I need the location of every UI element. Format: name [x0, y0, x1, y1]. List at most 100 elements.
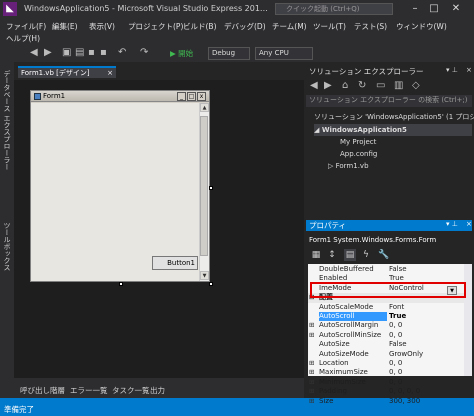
menu-tools[interactable]: ツール(T): [313, 21, 346, 32]
alphabetical-icon[interactable]: ↕: [326, 249, 338, 261]
start-button[interactable]: ▶ 開始: [170, 48, 193, 60]
forward-icon[interactable]: ▶: [324, 80, 332, 92]
menu-debug[interactable]: デバッグ(D): [224, 21, 266, 32]
property-value[interactable]: 0, 0: [389, 378, 459, 387]
tree-project[interactable]: ◢ WindowsApplication5: [314, 124, 472, 136]
form-client-area[interactable]: [31, 103, 199, 281]
property-row[interactable]: ⊞ Location 0, 0: [308, 359, 464, 368]
config-combo[interactable]: Debug: [208, 47, 250, 60]
properties-object-selector[interactable]: Form1 System.Windows.Forms.Form: [306, 234, 472, 246]
collapse-icon[interactable]: ▭: [376, 80, 385, 92]
property-value[interactable]: 0, 0: [389, 368, 459, 377]
tree-item-app-config[interactable]: App.config: [340, 148, 377, 160]
property-value[interactable]: 0, 0: [389, 331, 459, 340]
tab-output[interactable]: 出力: [150, 385, 165, 396]
menu-view[interactable]: 表示(V): [89, 21, 115, 32]
menu-window[interactable]: ウィンドウ(W): [396, 21, 447, 32]
property-row[interactable]: DoubleBuffered False: [308, 265, 464, 274]
tree-solution[interactable]: ソリューション 'WindowsApplication5' (1 プロジ: [314, 111, 474, 123]
property-value[interactable]: GrowOnly: [389, 350, 459, 359]
property-pages-icon[interactable]: 🔧: [378, 249, 390, 261]
back-icon[interactable]: ◀: [310, 80, 318, 92]
scroll-up-icon[interactable]: ▲: [200, 103, 209, 112]
close-icon[interactable]: ×: [466, 66, 472, 74]
resize-handle-bottom[interactable]: [119, 282, 123, 286]
expand-icon[interactable]: ◢: [314, 126, 322, 134]
new-project-icon[interactable]: ▣: [62, 47, 71, 59]
menu-test[interactable]: テスト(S): [354, 21, 387, 32]
tab-call-hierarchy[interactable]: 呼び出し階層: [20, 385, 65, 396]
scroll-down-icon[interactable]: ▼: [200, 271, 209, 280]
scrollbar-thumb[interactable]: [200, 116, 208, 256]
redo-icon[interactable]: ↷: [140, 47, 148, 59]
property-row[interactable]: ⊞ AutoScrollMinSize 0, 0: [308, 331, 464, 340]
property-value[interactable]: True: [389, 312, 459, 321]
open-file-icon[interactable]: ▤: [75, 47, 84, 59]
menu-edit[interactable]: 編集(E): [52, 21, 78, 32]
maximize-button[interactable]: □: [426, 2, 442, 16]
tab-error-list[interactable]: エラー一覧: [70, 385, 108, 396]
resize-handle-right[interactable]: [209, 186, 213, 190]
tree-item-my-project[interactable]: My Project: [340, 136, 376, 148]
properties-icon[interactable]: ▥: [394, 80, 403, 92]
close-icon[interactable]: ×: [107, 68, 113, 78]
property-value[interactable]: False: [389, 265, 459, 274]
property-grid-scrollbar[interactable]: [464, 264, 472, 376]
property-row[interactable]: AutoSizeMode GrowOnly: [308, 350, 464, 359]
back-icon[interactable]: ◀: [30, 47, 38, 59]
categorized-icon[interactable]: ▦: [310, 249, 322, 261]
tab-form1-design[interactable]: Form1.vb [デザイン] ×: [18, 66, 116, 78]
resize-handle-corner[interactable]: [209, 282, 213, 286]
menu-help[interactable]: ヘルプ(H): [6, 33, 40, 44]
property-row[interactable]: ⊞ AutoScrollMargin 0, 0: [308, 321, 464, 330]
refresh-icon[interactable]: ↻: [358, 80, 366, 92]
menu-project[interactable]: プロジェクト(P): [128, 21, 183, 32]
property-value[interactable]: False: [389, 340, 459, 349]
property-name: Size: [319, 396, 334, 405]
expander-icon[interactable]: ⊞: [309, 368, 317, 377]
expander-icon[interactable]: ⊞: [309, 359, 317, 368]
property-value[interactable]: 0, 0: [389, 321, 459, 330]
close-button[interactable]: ✕: [448, 2, 464, 16]
tree-item-form1-vb[interactable]: ▷ Form1.vb: [328, 160, 369, 172]
home-icon[interactable]: ⌂: [342, 80, 348, 92]
property-value[interactable]: 0, 0, 0, 0: [389, 387, 459, 396]
property-value[interactable]: Font: [389, 303, 459, 312]
tab-database-explorer[interactable]: データベース エクスプローラー: [2, 70, 12, 170]
undo-icon[interactable]: ↶: [118, 47, 126, 59]
expander-icon[interactable]: ⊞: [309, 321, 317, 330]
properties-view-icon[interactable]: ▤: [344, 249, 356, 261]
minimize-button[interactable]: –: [407, 2, 423, 16]
property-value[interactable]: 0, 0: [389, 359, 459, 368]
pin-icon[interactable]: ▾ ⊥: [446, 66, 458, 74]
expander-icon[interactable]: ⊞: [309, 331, 317, 340]
menu-file[interactable]: ファイル(F): [6, 21, 46, 32]
menu-team[interactable]: チーム(M): [272, 21, 307, 32]
view-code-icon[interactable]: ◇: [412, 80, 420, 92]
quick-launch-input[interactable]: クイック起動 (Ctrl+Q): [275, 3, 393, 15]
property-row[interactable]: AutoSize False: [308, 340, 464, 349]
events-icon[interactable]: ϟ: [360, 249, 372, 261]
platform-combo[interactable]: Any CPU: [255, 47, 313, 60]
close-icon[interactable]: ×: [466, 220, 472, 228]
expander-icon[interactable]: ⊞: [309, 387, 317, 396]
save-icon[interactable]: ▪: [88, 47, 95, 59]
menu-build[interactable]: ビルド(B): [183, 21, 217, 32]
property-value[interactable]: 300, 300: [389, 397, 459, 406]
tab-task-list[interactable]: タスク一覧: [112, 385, 150, 396]
save-all-icon[interactable]: ▪: [100, 47, 107, 59]
expander-icon[interactable]: ⊞: [309, 378, 317, 387]
property-row[interactable]: ⊞ Padding 0, 0, 0, 0: [308, 387, 464, 396]
pin-icon[interactable]: ▾ ⊥: [446, 220, 458, 228]
button1-control[interactable]: Button1: [152, 256, 198, 270]
property-row[interactable]: ⊞ MinimumSize 0, 0: [308, 378, 464, 387]
expander-icon[interactable]: ⊞: [309, 397, 317, 406]
collapse-arrow-icon[interactable]: ▷: [328, 162, 336, 170]
solution-search-input[interactable]: ソリューション エクスプローラー の検索 (Ctrl+;): [306, 95, 472, 107]
tab-toolbox[interactable]: ツールボックス: [2, 222, 12, 271]
forward-icon[interactable]: ▶: [44, 47, 52, 59]
property-row[interactable]: AutoScroll True: [308, 312, 464, 322]
property-row[interactable]: AutoScaleMode Font: [308, 303, 464, 312]
property-row[interactable]: ⊞ Size 300, 300: [308, 397, 464, 406]
property-row[interactable]: ⊞ MaximumSize 0, 0: [308, 368, 464, 377]
